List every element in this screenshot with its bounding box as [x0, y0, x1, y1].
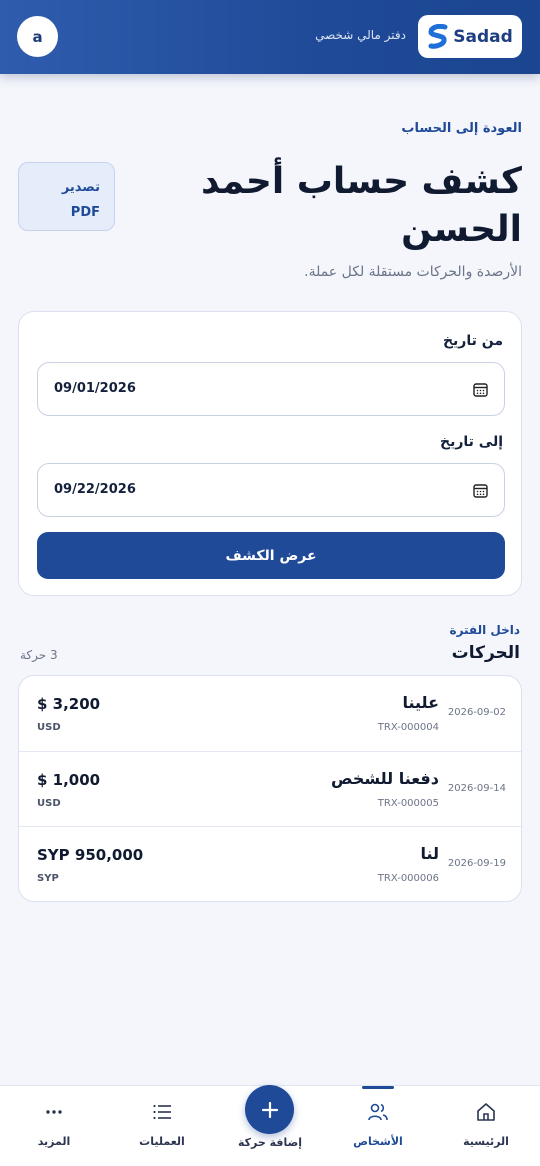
transaction-currency: USD	[37, 722, 61, 733]
from-date-field[interactable]: 09/01/2026	[37, 362, 505, 416]
show-statement-button[interactable]: عرض الكشف	[37, 532, 505, 579]
people-icon	[368, 1103, 388, 1121]
active-indicator	[362, 1086, 394, 1089]
transaction-row[interactable]: $ 1,000 USD دفعنا للشخص TRX-000005 2026-…	[19, 751, 521, 826]
transactions-list: $ 3,200 USD علينا TRX-000004 2026-09-02 …	[18, 675, 522, 902]
logo-text: Sadad	[453, 26, 513, 47]
transaction-ref: TRX-000006	[377, 873, 439, 884]
nav-label-home: الرئيسية	[463, 1135, 509, 1148]
nav-item-operations[interactable]: العمليات	[108, 1086, 216, 1166]
date-filter-card: من تاريخ 09/01/2026 إلى تاريخ 09/22/2026…	[18, 311, 522, 596]
transaction-name: علينا	[402, 693, 439, 712]
to-date-field[interactable]: 09/22/2026	[37, 463, 505, 517]
app-header: a دفتر مالي شخصي Sadad	[0, 0, 540, 74]
transaction-currency: SYP	[37, 873, 59, 884]
export-label: تصدير	[61, 180, 100, 195]
from-date-value: 09/01/2026	[54, 381, 136, 396]
logo-mark-icon	[428, 23, 448, 49]
transaction-date: 2026-09-19	[447, 858, 506, 869]
home-icon	[477, 1103, 495, 1121]
nav-label-people: الأشخاص	[353, 1135, 403, 1148]
transaction-name: لنا	[420, 844, 439, 863]
transaction-date: 2026-09-14	[447, 783, 506, 794]
to-date-label: إلى تاريخ	[439, 434, 503, 450]
page-description: الأرصدة والحركات مستقلة لكل عملة.	[304, 264, 522, 280]
nav-label-add: إضافة حركة	[237, 1136, 303, 1149]
transactions-count: 3 حركة	[20, 648, 58, 662]
app-subtitle: دفتر مالي شخصي	[315, 28, 406, 42]
from-date-label: من تاريخ	[442, 333, 503, 349]
calendar-icon[interactable]	[473, 483, 488, 498]
add-transaction-button[interactable]	[245, 1085, 294, 1134]
nav-label-more: المزيد	[37, 1135, 71, 1148]
transaction-row[interactable]: $ 3,200 USD علينا TRX-000004 2026-09-02	[19, 676, 521, 751]
export-format: PDF	[70, 205, 100, 220]
nav-item-people[interactable]: الأشخاص	[324, 1086, 432, 1166]
transaction-row[interactable]: SYP 950,000 SYP لنا TRX-000006 2026-09-1…	[19, 826, 521, 901]
nav-label-operations: العمليات	[139, 1135, 185, 1148]
back-to-account-link[interactable]: العودة إلى الحساب	[401, 121, 522, 136]
transaction-amount: $ 1,000	[37, 771, 101, 789]
transaction-ref: TRX-000005	[377, 798, 439, 809]
transaction-name: دفعنا للشخص	[330, 769, 439, 788]
nav-item-more[interactable]: المزيد	[0, 1086, 108, 1166]
more-dots-icon	[46, 1110, 62, 1114]
transactions-title: الحركات	[451, 643, 520, 663]
transaction-amount: $ 3,200	[37, 695, 101, 713]
export-pdf-button[interactable]: تصدير PDF	[18, 162, 115, 231]
transaction-ref: TRX-000004	[377, 722, 439, 733]
transaction-currency: USD	[37, 798, 61, 809]
transaction-date: 2026-09-02	[447, 707, 506, 718]
app-logo[interactable]: Sadad	[418, 15, 522, 58]
list-icon	[153, 1104, 171, 1120]
user-avatar[interactable]: a	[17, 16, 58, 57]
calendar-icon[interactable]	[473, 382, 488, 397]
plus-icon	[261, 1101, 278, 1118]
nav-item-home[interactable]: الرئيسية	[432, 1086, 540, 1166]
to-date-value: 09/22/2026	[54, 482, 136, 497]
transaction-amount: SYP 950,000	[37, 846, 144, 864]
period-label: داخل الفترة	[449, 623, 520, 637]
page-title: كشف حساب أحمد الحسن	[201, 161, 522, 250]
